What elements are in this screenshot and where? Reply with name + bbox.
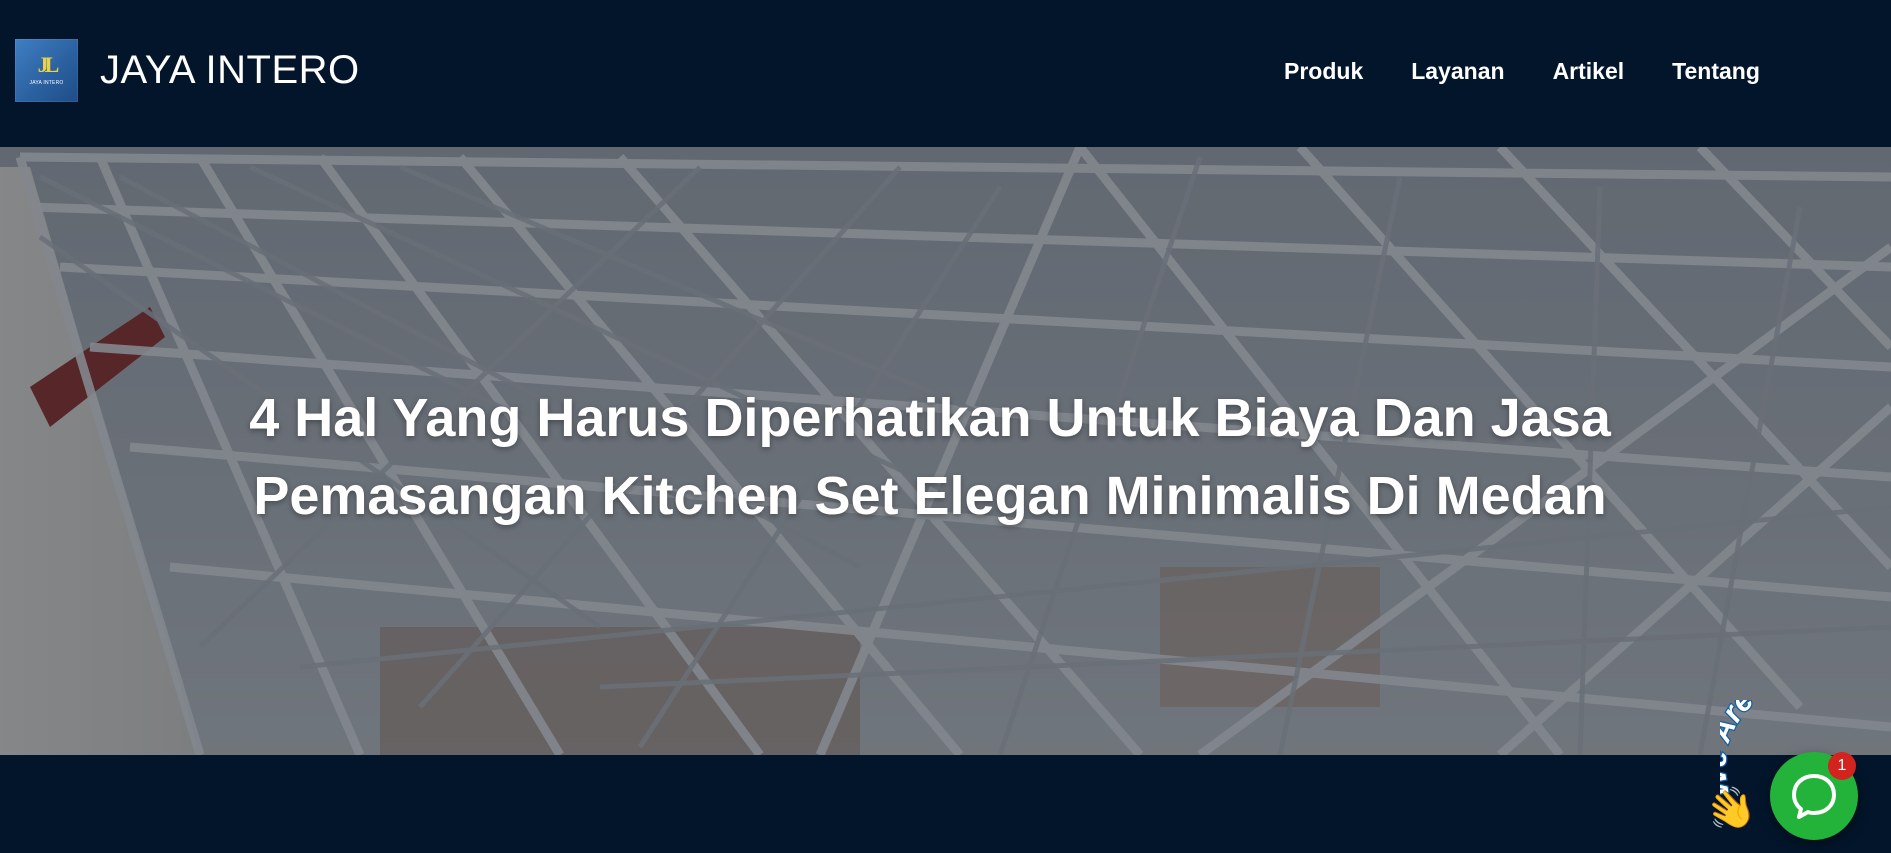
site-logo[interactable]: JL JAYA INTERO — [15, 39, 78, 102]
article-title: 4 Hal Yang Harus Diperhatikan Untuk Biay… — [120, 379, 1740, 535]
site-header: JL JAYA INTERO JAYA INTERO Produk Layana… — [0, 0, 1891, 147]
logo-subtitle: JAYA INTERO — [29, 80, 64, 86]
main-nav: Produk Layanan Artikel Tentang — [1284, 56, 1760, 86]
notification-badge: 1 — [1828, 752, 1856, 780]
nav-tentang[interactable]: Tentang — [1672, 56, 1760, 86]
brand-name[interactable]: JAYA INTERO — [100, 44, 360, 96]
nav-produk[interactable]: Produk — [1284, 56, 1363, 86]
nav-artikel[interactable]: Artikel — [1553, 56, 1625, 86]
article-title-line-1: 4 Hal Yang Harus Diperhatikan Untuk Biay… — [249, 388, 1611, 448]
logo-mark: JL — [37, 52, 60, 77]
article-title-line-2: Pemasangan Kitchen Set Elegan Minimalis … — [253, 466, 1607, 526]
hero-banner: 4 Hal Yang Harus Diperhatikan Untuk Biay… — [0, 147, 1891, 755]
chat-bubble-icon — [1792, 774, 1836, 819]
nav-layanan[interactable]: Layanan — [1411, 56, 1504, 86]
